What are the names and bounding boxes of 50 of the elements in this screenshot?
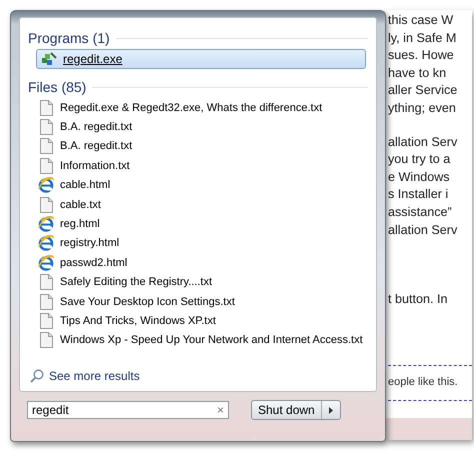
- text-file-icon: [40, 312, 52, 329]
- document-text: e Windows: [388, 168, 451, 186]
- see-more-link[interactable]: See more results: [49, 369, 140, 383]
- text-file-icon: [40, 100, 52, 116]
- section-heading: Files (85): [28, 79, 86, 95]
- document-text: this case W: [388, 12, 454, 29]
- file-result[interactable]: passwd2.html: [28, 253, 368, 273]
- section-heading: Programs (1): [28, 30, 110, 46]
- document-text: sues. Howe: [388, 47, 455, 64]
- document-text: s Installer i: [388, 186, 450, 204]
- file-result[interactable]: Tips And Tricks, Windows XP.txt: [28, 311, 368, 331]
- document-text: have to kn: [388, 64, 448, 82]
- document-text: allation Serv: [388, 134, 458, 151]
- file-result[interactable]: Information.txt: [28, 156, 368, 176]
- document-text: t button. In: [388, 291, 449, 308]
- browser-file-icon: [38, 254, 54, 271]
- file-result[interactable]: cable.html: [28, 176, 368, 195]
- text-file-icon: [40, 274, 52, 290]
- document-text: assistance”: [388, 204, 453, 221]
- text-file-icon: [40, 196, 52, 213]
- text-file-icon: [40, 158, 52, 174]
- file-result[interactable]: B.A. regedit.txt: [28, 136, 368, 156]
- program-result[interactable]: regedit.exe: [36, 49, 366, 69]
- document-text: ything; even: [388, 100, 457, 117]
- text-file-icon: [40, 138, 52, 154]
- text-file-icon: [40, 119, 52, 136]
- text-file-icon: [40, 294, 52, 310]
- file-result[interactable]: Safely Editing the Registry....txt: [28, 272, 368, 292]
- file-result[interactable]: cable.txt: [28, 194, 368, 214]
- document-text: allation Serv: [388, 222, 458, 239]
- browser-file-icon: [38, 177, 54, 194]
- file-result[interactable]: Save Your Desktop Icon Settings.txt: [28, 292, 368, 312]
- registry-cubes-icon: [41, 52, 57, 66]
- file-result[interactable]: registry.html: [28, 234, 368, 254]
- browser-file-icon: [38, 216, 54, 232]
- file-result[interactable]: B.A. regedit.txt: [28, 117, 368, 137]
- search-field[interactable]: regedit ×: [27, 401, 229, 419]
- shut-down-button[interactable]: Shut down: [251, 400, 341, 420]
- file-result[interactable]: Regedit.exe & Regedt32.exe, Whats the difference.txt: [28, 98, 368, 118]
- clear-button[interactable]: ×: [216, 403, 224, 417]
- comment-text: eople like this.: [388, 376, 458, 388]
- search-icon: [30, 369, 44, 383]
- document-text: you try to a: [388, 151, 452, 168]
- file-result[interactable]: reg.html: [28, 214, 368, 234]
- browser-file-icon: [38, 235, 54, 252]
- text-file-icon: [40, 332, 52, 348]
- caret-icon: [328, 406, 333, 414]
- document-text: aller Service: [388, 82, 458, 100]
- file-result[interactable]: Windows Xp - Speed Up Your Network and Internet Access.txt: [28, 330, 368, 350]
- document-text: ly, in Safe M: [388, 30, 458, 47]
